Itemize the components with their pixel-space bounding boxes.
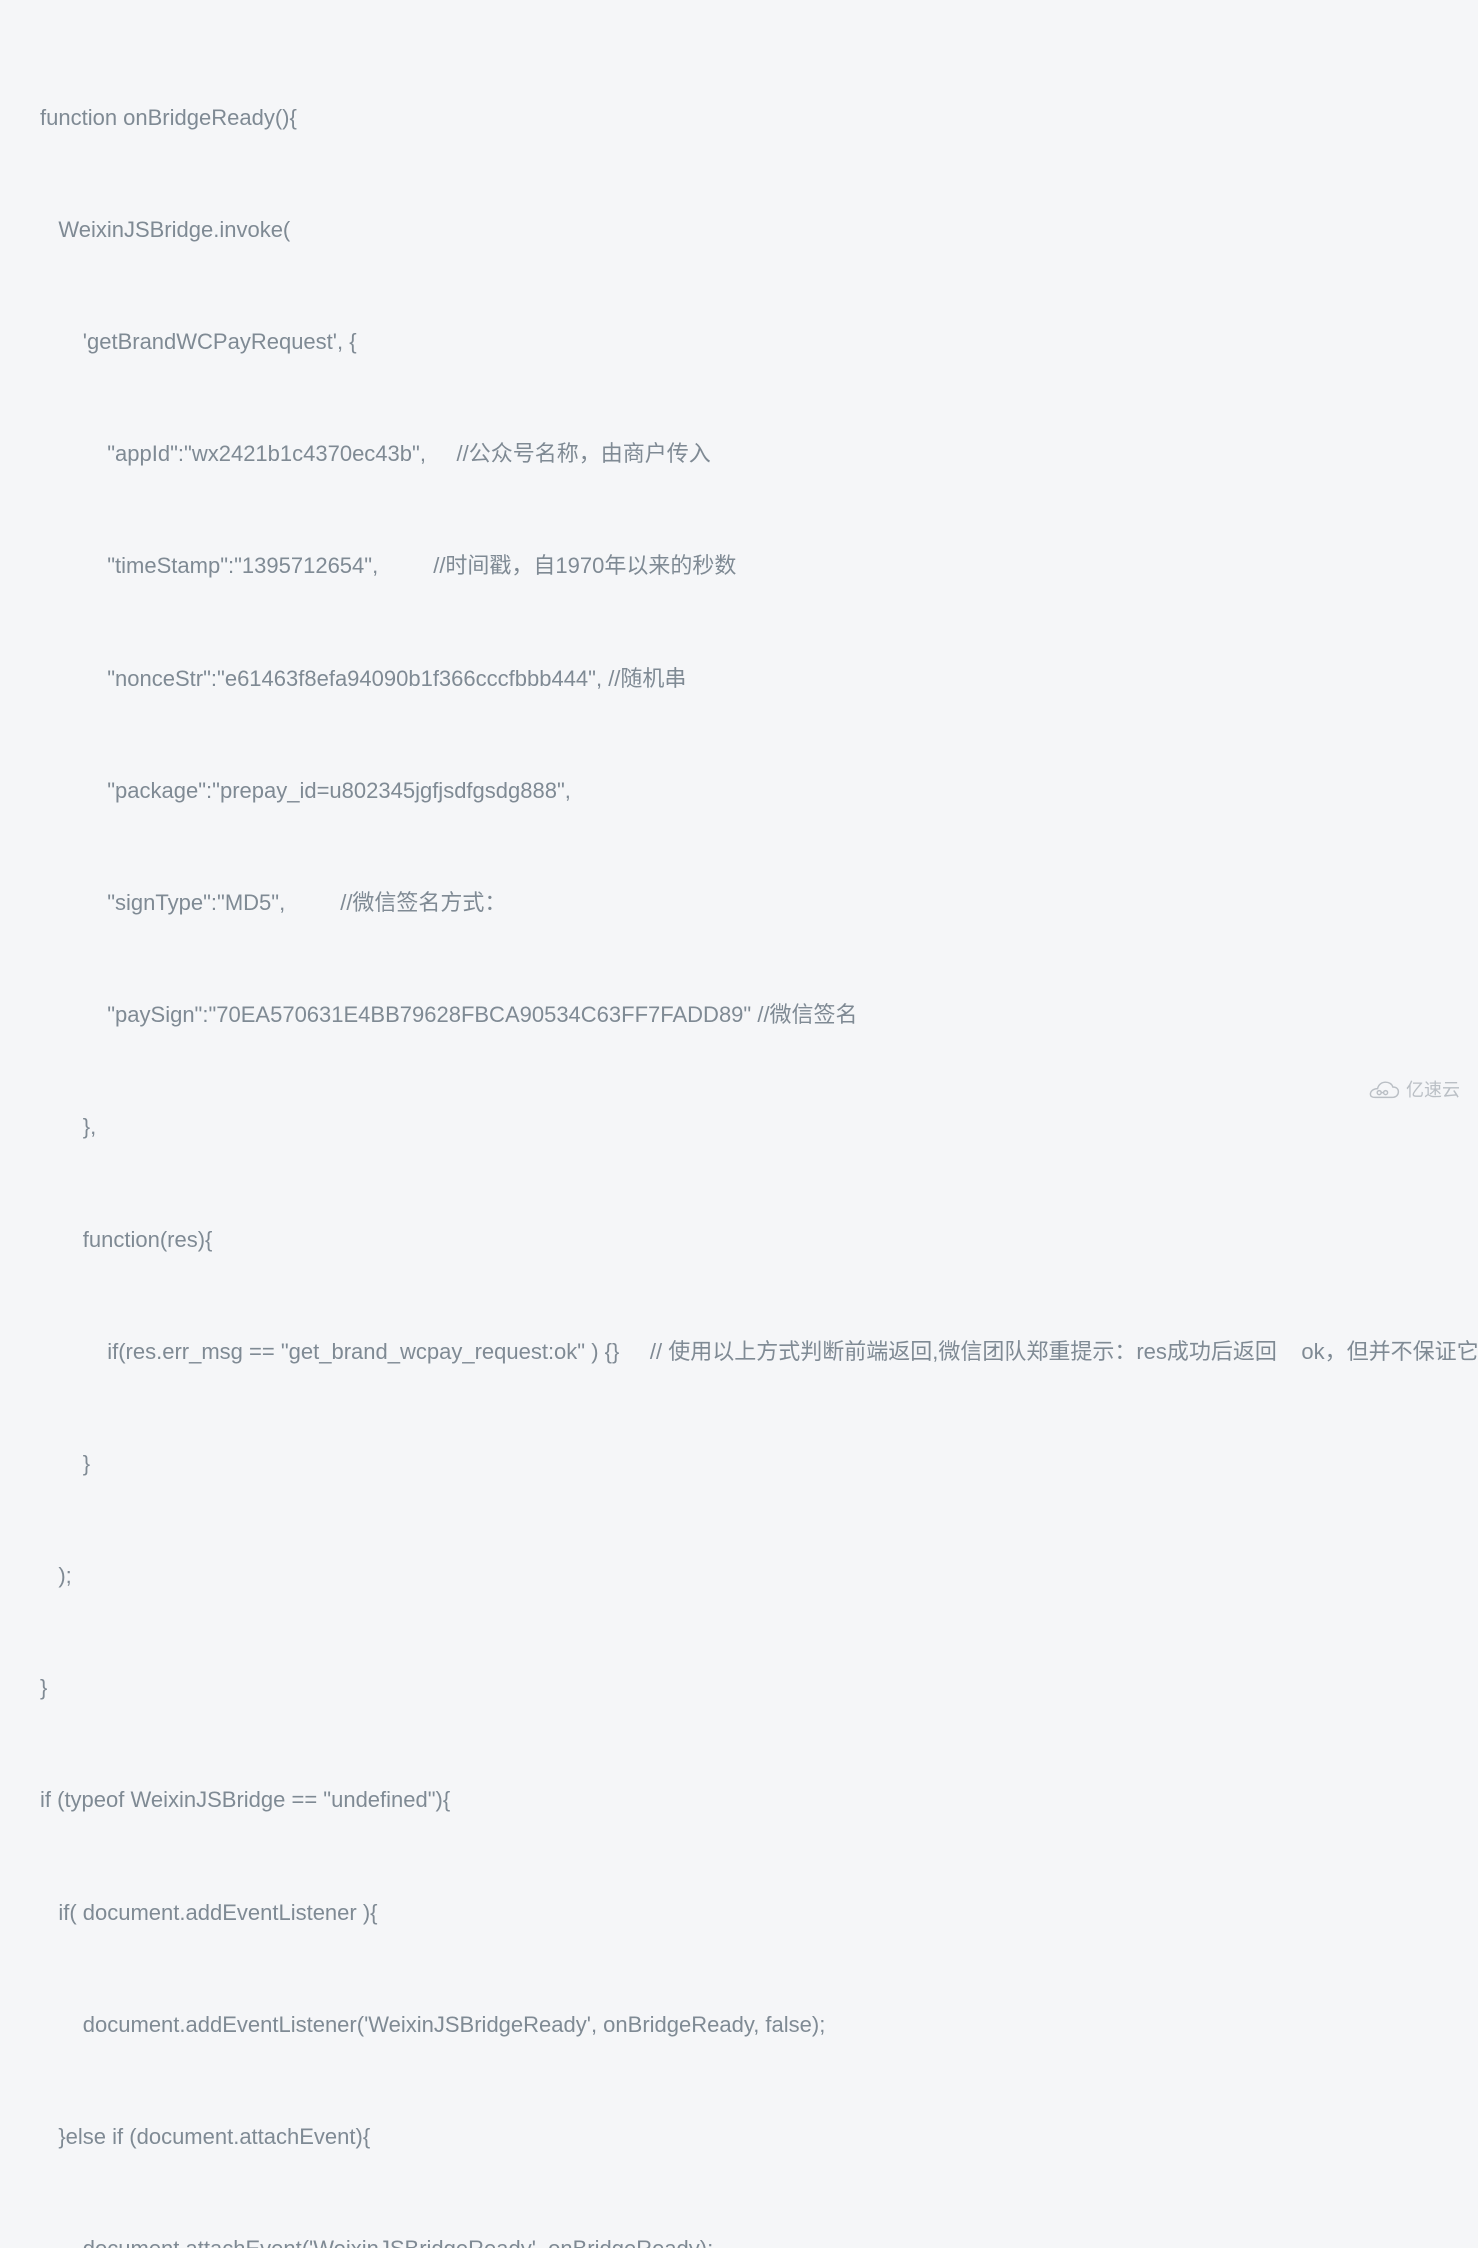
code-line: ); (40, 1557, 1438, 1594)
code-line: if(res.err_msg == "get_brand_wcpay_reque… (40, 1333, 1438, 1370)
code-line: "paySign":"70EA570631E4BB79628FBCA90534C… (40, 996, 1438, 1033)
code-line: "signType":"MD5", //微信签名方式： (40, 884, 1438, 921)
code-line: } (40, 1669, 1438, 1706)
code-line: document.addEventListener('WeixinJSBridg… (40, 2006, 1438, 2043)
code-line: }, (40, 1108, 1438, 1145)
code-line: document.attachEvent('WeixinJSBridgeRead… (40, 2230, 1438, 2248)
code-block: function onBridgeReady(){ WeixinJSBridge… (0, 0, 1478, 2248)
cloud-icon (1368, 1081, 1400, 1101)
watermark: 亿速云 (1368, 1075, 1460, 1106)
code-line: function(res){ (40, 1221, 1438, 1258)
code-line: 'getBrandWCPayRequest', { (40, 323, 1438, 360)
code-line: }else if (document.attachEvent){ (40, 2118, 1438, 2155)
code-line: if (typeof WeixinJSBridge == "undefined"… (40, 1781, 1438, 1818)
code-line: "timeStamp":"1395712654", //时间戳，自1970年以来… (40, 547, 1438, 584)
code-line: "appId":"wx2421b1c4370ec43b", //公众号名称，由商… (40, 435, 1438, 472)
code-line: if( document.addEventListener ){ (40, 1894, 1438, 1931)
code-line: "nonceStr":"e61463f8efa94090b1f366cccfbb… (40, 660, 1438, 697)
code-line: } (40, 1445, 1438, 1482)
code-line: function onBridgeReady(){ (40, 99, 1438, 136)
watermark-text: 亿速云 (1406, 1075, 1460, 1106)
code-line: WeixinJSBridge.invoke( (40, 211, 1438, 248)
code-line: "package":"prepay_id=u802345jgfjsdfgsdg8… (40, 772, 1438, 809)
